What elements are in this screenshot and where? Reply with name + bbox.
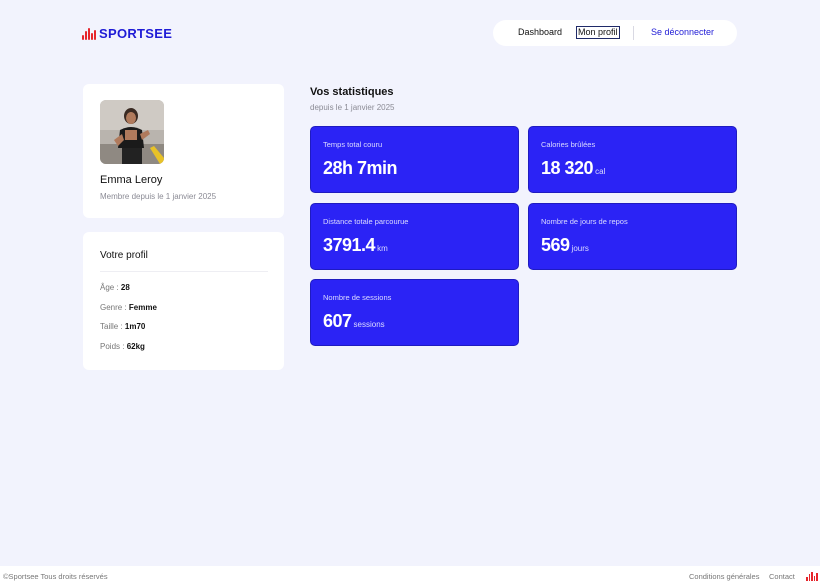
stat-value: 569 xyxy=(541,235,570,255)
stat-label: Temps total couru xyxy=(323,140,383,149)
stat-value: 28h 7min xyxy=(323,158,398,178)
stat-card-rest-days: Nombre de jours de repos 569 jours xyxy=(528,203,737,270)
detail-label: Genre : xyxy=(100,303,129,312)
detail-value: Femme xyxy=(128,303,157,312)
detail-row-gender: Genre : Femme xyxy=(100,303,157,312)
copyright-text: ©Sportsee Tous droits réservés xyxy=(3,572,108,581)
stat-unit: cal xyxy=(595,167,606,176)
avatar xyxy=(100,100,164,164)
stat-label: Nombre de jours de repos xyxy=(541,217,628,226)
stat-value: 3791.4 xyxy=(323,235,376,255)
stat-unit: jours xyxy=(571,244,589,253)
footer: ©Sportsee Tous droits réservés Condition… xyxy=(0,566,820,586)
stat-card-calories: Calories brûlées 18 320 cal xyxy=(528,126,737,193)
stat-card-sessions: Nombre de sessions 607 sessions xyxy=(310,279,519,346)
stat-value: 607 xyxy=(323,311,352,331)
top-nav: Dashboard Mon profil Se déconnecter xyxy=(493,20,737,46)
nav-dashboard-link[interactable]: Dashboard xyxy=(518,27,562,37)
stat-label: Calories brûlées xyxy=(541,140,596,149)
user-name: Emma Leroy xyxy=(100,174,163,186)
nav-divider xyxy=(633,26,634,40)
terms-link[interactable]: Conditions générales xyxy=(689,572,759,581)
detail-row-weight: Poids : 62kg xyxy=(100,342,145,351)
detail-value: 1m70 xyxy=(124,322,146,331)
detail-label: Taille : xyxy=(100,322,125,331)
stat-value: 18 320 xyxy=(541,158,594,178)
contact-link[interactable]: Contact xyxy=(769,572,795,581)
heartbeat-bars-icon xyxy=(82,27,96,40)
detail-value: 62kg xyxy=(126,342,145,351)
stats-title: Vos statistiques xyxy=(310,86,394,98)
detail-value: 28 xyxy=(120,283,130,292)
stat-label: Distance totale parcourue xyxy=(323,217,409,226)
details-title: Votre profil xyxy=(100,250,148,261)
detail-label: Âge : xyxy=(100,283,121,292)
logout-link[interactable]: Se déconnecter xyxy=(651,27,714,37)
stats-subtitle: depuis le 1 janvier 2025 xyxy=(310,103,395,112)
stat-card-distance: Distance totale parcourue 3791.4 km xyxy=(310,203,519,270)
brand-name: SPORTSEE xyxy=(99,26,173,41)
stat-card-run-time: Temps total couru 28h 7min xyxy=(310,126,519,193)
nav-profile-link[interactable]: Mon profil xyxy=(576,26,620,39)
detail-row-height: Taille : 1m70 xyxy=(100,322,145,331)
stat-label: Nombre de sessions xyxy=(323,293,392,302)
member-since: Membre depuis le 1 janvier 2025 xyxy=(100,192,217,201)
profile-card: Emma Leroy Membre depuis le 1 janvier 20… xyxy=(83,84,284,218)
stat-unit: km xyxy=(377,244,388,253)
detail-label: Poids : xyxy=(100,342,127,351)
profile-details-card: Votre profil Âge : 28 Genre : Femme Tail… xyxy=(83,232,284,370)
brand-logo[interactable]: SPORTSEE xyxy=(82,26,172,41)
heartbeat-bars-icon xyxy=(806,572,818,581)
details-divider xyxy=(100,271,268,272)
user-photo-icon xyxy=(100,100,164,164)
detail-row-age: Âge : 28 xyxy=(100,283,130,292)
stat-unit: sessions xyxy=(353,320,385,329)
